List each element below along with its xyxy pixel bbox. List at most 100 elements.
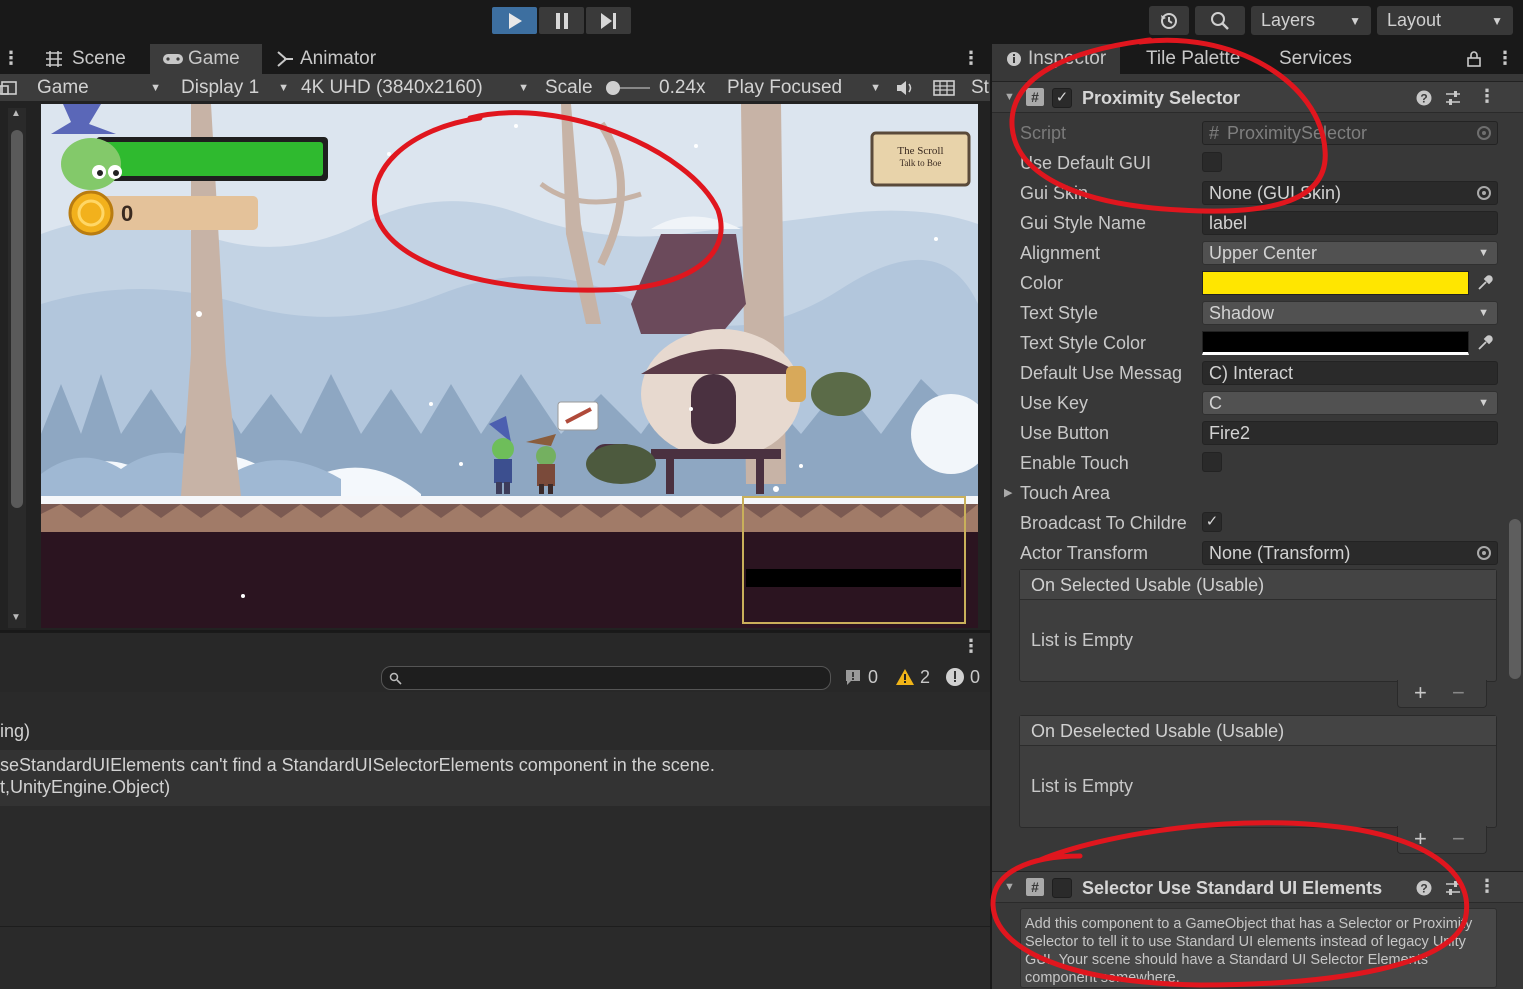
log-entry[interactable]: ing) <box>0 720 990 742</box>
use-button-value: Fire2 <box>1209 423 1251 443</box>
info-count: 0 <box>868 666 879 687</box>
more-icon[interactable]: ⋮ <box>2 48 20 69</box>
inspector-options-icon[interactable]: ⋮ <box>1496 48 1514 69</box>
component-enabled-checkbox[interactable] <box>1052 878 1072 898</box>
layout-label: Layout <box>1387 10 1442 30</box>
scale-slider-handle[interactable] <box>606 81 620 95</box>
broadcast-checkbox[interactable]: ✓ <box>1202 512 1222 532</box>
inspector-scroll-thumb[interactable] <box>1509 519 1521 679</box>
on-selected-usable-title: On Selected Usable (Usable) <box>1020 570 1496 600</box>
help-icon[interactable]: ? <box>1416 90 1432 106</box>
object-picker-icon[interactable] <box>1477 186 1491 200</box>
view-dropdown[interactable]: Game ▼ <box>37 74 161 102</box>
stats-grid-icon[interactable] <box>933 79 955 97</box>
object-picker-icon[interactable] <box>1477 546 1491 560</box>
text-style-dropdown[interactable]: Shadow ▼ <box>1202 301 1498 325</box>
log-entry-selected[interactable]: seStandardUIElements can't find a Standa… <box>0 750 990 806</box>
gui-style-name-input[interactable]: label <box>1202 211 1498 235</box>
use-default-gui-checkbox[interactable] <box>1202 152 1222 172</box>
script-label: Script <box>1020 123 1067 143</box>
step-icon <box>600 12 616 29</box>
display-dropdown[interactable]: Display 1 ▼ <box>181 74 289 102</box>
play-focus-dropdown[interactable]: Play Focused ▼ <box>727 74 881 102</box>
text-style-value: Shadow <box>1209 303 1275 323</box>
use-key-dropdown[interactable]: C ▼ <box>1202 391 1498 415</box>
preset-sliders-icon[interactable] <box>1445 90 1461 106</box>
use-button-input[interactable]: Fire2 <box>1202 421 1498 445</box>
game-view-toolbar: Game ▼ Display 1 ▼ 4K UHD (3840x2160) ▼ … <box>0 74 990 102</box>
chevron-down-icon: ▼ <box>150 82 161 94</box>
preset-sliders-icon[interactable] <box>1445 880 1461 896</box>
remove-item-button[interactable]: − <box>1452 826 1465 852</box>
default-use-message-input[interactable]: C) Interact <box>1202 361 1498 385</box>
layout-dropdown[interactable]: Layout ▼ <box>1377 6 1513 35</box>
color-swatch[interactable] <box>1202 271 1469 295</box>
search-button[interactable] <box>1195 6 1245 35</box>
console-options-icon[interactable]: ⋮ <box>962 636 980 657</box>
warning-count: 2 <box>920 666 931 687</box>
resolution-dropdown[interactable]: 4K UHD (3840x2160) ▼ <box>301 74 529 102</box>
pause-button[interactable] <box>539 7 584 34</box>
layers-dropdown[interactable]: Layers ▼ <box>1251 6 1371 35</box>
info-count-toggle[interactable]: 0 <box>843 664 878 690</box>
alignment-dropdown[interactable]: Upper Center ▼ <box>1202 241 1498 265</box>
console-log-list: ing) seStandardUIElements can't find a S… <box>0 692 990 989</box>
component-options-icon[interactable]: ⋮ <box>1478 876 1496 897</box>
layout-icon[interactable] <box>0 78 20 98</box>
log-entry-message: seStandardUIElements can't find a Standa… <box>0 755 715 775</box>
gui-skin-field[interactable]: None (GUI Skin) <box>1202 181 1498 205</box>
text-style-color-swatch[interactable] <box>1202 331 1469 355</box>
eyedropper-icon[interactable] <box>1476 334 1494 352</box>
scroll-down-icon[interactable]: ▼ <box>11 612 21 623</box>
color-label: Color <box>1020 273 1064 293</box>
tab-game[interactable]: Game <box>150 44 262 74</box>
use-default-gui-label: Use Default GUI <box>1020 153 1152 173</box>
gui-skin-value: None (GUI Skin) <box>1209 183 1342 203</box>
console-toolbar: 0 2 0 <box>0 662 990 692</box>
on-deselected-empty-text: List is Empty <box>1031 776 1134 796</box>
step-button[interactable] <box>586 7 631 34</box>
scroll-up-icon[interactable]: ▲ <box>11 108 21 119</box>
scroll-sign-subtitle: Talk to Boe <box>899 158 942 168</box>
remove-item-button[interactable]: − <box>1452 680 1465 706</box>
lock-icon[interactable] <box>1467 51 1481 67</box>
warning-count-toggle[interactable]: 2 <box>895 664 930 690</box>
play-button[interactable] <box>492 7 537 34</box>
chevron-down-icon: ▼ <box>1478 247 1489 259</box>
console-divider <box>0 926 990 927</box>
touch-area-label[interactable]: Touch Area <box>1020 483 1110 504</box>
editor-tabbar: ⋮ Scene Game Animator ⋮ <box>0 44 985 74</box>
play-focus-label: Play Focused <box>727 77 843 98</box>
viewport-scroll-thumb[interactable] <box>11 130 23 508</box>
tab-scene[interactable]: Scene <box>32 44 138 74</box>
stats-tab-clipped[interactable]: St <box>971 74 989 102</box>
tab-game-label: Game <box>188 48 240 69</box>
history-button[interactable] <box>1149 6 1189 35</box>
selector-ui-elements-header[interactable]: ▼ # Selector Use Standard UI Elements ? … <box>992 871 1523 903</box>
actor-transform-field[interactable]: None (Transform) <box>1202 541 1498 565</box>
tab-animator[interactable]: Animator <box>264 44 388 74</box>
audio-icon[interactable] <box>895 79 915 97</box>
add-item-button[interactable]: + <box>1414 680 1427 706</box>
proximity-selector-header[interactable]: ▼ # ✓ Proximity Selector ? ⋮ <box>992 81 1523 113</box>
inspector-panel: ▼ # ✓ Proximity Selector ? ⋮ Script Prox… <box>992 74 1523 989</box>
tab-tile-palette[interactable]: Tile Palette <box>1146 48 1240 70</box>
add-item-button[interactable]: + <box>1414 826 1427 852</box>
component-enabled-checkbox[interactable]: ✓ <box>1052 88 1072 108</box>
enable-touch-checkbox[interactable] <box>1202 452 1222 472</box>
foldout-arrow-icon[interactable]: ▶ <box>1004 486 1012 499</box>
error-count-toggle[interactable]: 0 <box>945 664 980 690</box>
tab-options-icon[interactable]: ⋮ <box>962 48 980 69</box>
foldout-arrow-icon[interactable]: ▼ <box>1004 91 1015 103</box>
gui-style-name-value: label <box>1209 213 1248 233</box>
tab-services[interactable]: Services <box>1279 48 1352 70</box>
component-options-icon[interactable]: ⋮ <box>1478 86 1496 107</box>
foldout-arrow-icon[interactable]: ▼ <box>1004 881 1015 893</box>
eyedropper-icon[interactable] <box>1476 274 1494 292</box>
script-field: ProximitySelector # <box>1202 121 1498 145</box>
tab-inspector[interactable]: Inspector <box>992 44 1120 74</box>
help-icon[interactable]: ? <box>1416 880 1432 896</box>
console-search-input[interactable] <box>381 666 831 690</box>
game-view-render[interactable]: 0 The Scroll Talk to Boe <box>41 104 978 628</box>
chevron-down-icon: ▼ <box>1478 397 1489 409</box>
